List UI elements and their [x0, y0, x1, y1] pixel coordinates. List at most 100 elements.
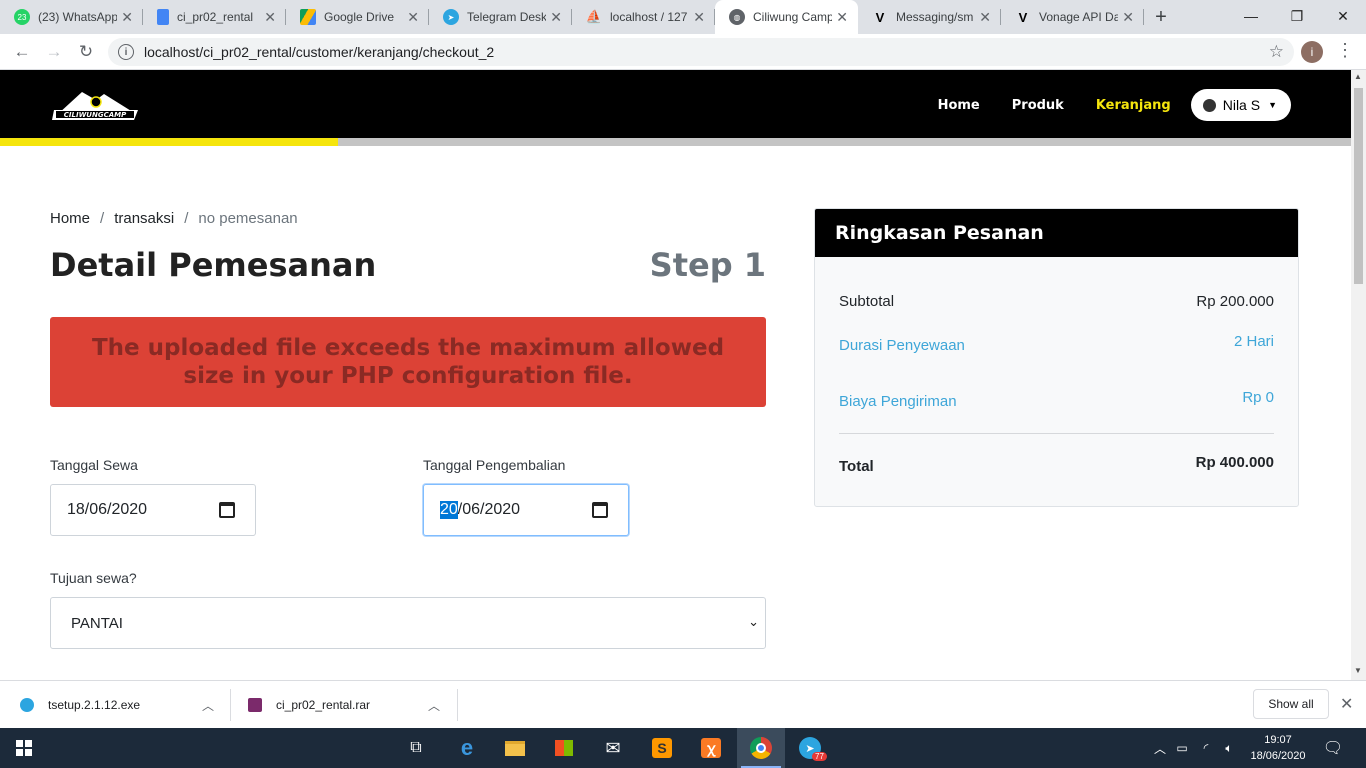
window-close-button[interactable]: ✕ — [1320, 0, 1366, 32]
maximize-button[interactable]: ❐ — [1274, 0, 1320, 32]
download-shelf: tsetup.2.1.12.exe ︿ ci_pr02_rental.rar ︿… — [0, 680, 1366, 728]
chevron-up-icon[interactable]: ︿ — [202, 697, 214, 714]
clock-time: 19:07 — [1264, 734, 1292, 746]
close-icon[interactable]: ✕ — [550, 9, 562, 26]
close-icon[interactable]: ✕ — [1122, 9, 1134, 26]
page-scrollbar[interactable]: ▲ ▼ — [1351, 70, 1366, 680]
tab-ciliwung-camp[interactable]: ◍ Ciliwung Camp ✕ — [715, 0, 858, 34]
tab-messaging[interactable]: V Messaging/sm ✕ — [858, 0, 1001, 34]
profile-avatar[interactable]: i — [1301, 41, 1323, 63]
telegram-icon — [20, 698, 34, 712]
close-icon[interactable]: ✕ — [693, 9, 705, 26]
calendar-icon[interactable] — [592, 502, 608, 518]
chevron-up-icon[interactable]: ︿ — [1150, 740, 1170, 757]
close-icon[interactable]: ✕ — [1340, 694, 1353, 714]
minimize-button[interactable]: — — [1228, 0, 1274, 32]
user-menu-button[interactable]: Nila S ▼ — [1190, 89, 1291, 121]
summary-divider — [839, 433, 1274, 434]
chevron-up-icon[interactable]: ︿ — [428, 697, 440, 714]
tab-docs[interactable]: ci_pr02_rental ✕ — [143, 0, 286, 34]
nav-produk[interactable]: Produk — [1012, 98, 1064, 113]
download-item-rar[interactable]: ci_pr02_rental.rar ︿ — [248, 681, 448, 729]
show-all-button[interactable]: Show all — [1253, 689, 1329, 719]
windows-start-icon[interactable] — [0, 728, 48, 768]
user-name: Nila S — [1222, 97, 1261, 113]
xampp-icon[interactable]: ꭓ — [687, 728, 735, 768]
address-bar[interactable]: i localhost/ci_pr02_rental/customer/kera… — [108, 38, 1294, 66]
subtotal-value: Rp 200.000 — [1196, 293, 1274, 310]
notification-icon[interactable]: 🗨︎ — [1322, 728, 1344, 768]
browser-tab-strip: 23 (23) WhatsApp ✕ ci_pr02_rental ✕ Goog… — [0, 0, 1366, 34]
breadcrumb-transaksi[interactable]: transaksi — [114, 210, 174, 227]
winrar-icon — [248, 698, 262, 712]
back-button[interactable]: ← — [6, 36, 38, 68]
breadcrumb-separator: / — [184, 210, 189, 227]
close-icon[interactable]: ✕ — [836, 9, 848, 26]
shipping-value: Rp 0 — [1242, 389, 1274, 406]
telegram-badge: 77 — [812, 752, 827, 761]
start-date-input[interactable]: 18/06/2020 — [50, 484, 256, 536]
scrollbar-thumb[interactable] — [1354, 88, 1363, 284]
file-explorer-icon[interactable] — [491, 728, 539, 768]
battery-icon[interactable]: ▭ — [1170, 741, 1194, 755]
store-icon[interactable] — [540, 728, 588, 768]
scroll-down-icon[interactable]: ▼ — [1354, 666, 1362, 675]
purpose-select[interactable]: PANTAI ⌄ — [50, 597, 766, 649]
close-icon[interactable]: ✕ — [407, 9, 419, 26]
checkout-progress-bar — [0, 138, 1351, 146]
info-icon[interactable]: i — [118, 44, 134, 60]
tab-title: Google Drive — [324, 10, 395, 24]
sublime-text-icon[interactable]: S — [638, 728, 686, 768]
end-date-input[interactable]: 20/06/2020 — [423, 484, 629, 536]
nav-home[interactable]: Home — [938, 98, 980, 113]
tab-title: Vonage API Da — [1039, 10, 1119, 24]
download-item-tsetup[interactable]: tsetup.2.1.12.exe ︿ — [20, 681, 220, 729]
subtotal-label: Subtotal — [839, 293, 895, 310]
windows-taskbar: ⧉ e ✉ S ꭓ ➤ 77 ︿ ▭ ◜ 🔈︎ 19:07 18/06/2020… — [0, 728, 1366, 768]
end-date-day-selected: 20 — [440, 501, 458, 519]
tab-telegram[interactable]: ➤ Telegram Desk ✕ — [429, 0, 572, 34]
divider — [457, 689, 458, 721]
close-icon[interactable]: ✕ — [121, 9, 133, 26]
purpose-label: Tujuan sewa? — [50, 570, 137, 586]
close-icon[interactable]: ✕ — [264, 9, 276, 26]
total-value: Rp 400.000 — [1195, 454, 1274, 471]
chrome-icon[interactable] — [737, 728, 785, 768]
bookmark-star-icon[interactable]: ☆ — [1269, 42, 1284, 62]
breadcrumb-current: no pemesanan — [198, 210, 298, 227]
tab-whatsapp[interactable]: 23 (23) WhatsApp ✕ — [0, 0, 143, 34]
forward-button[interactable]: → — [38, 36, 70, 68]
mail-icon[interactable]: ✉ — [589, 728, 637, 768]
edge-icon[interactable]: e — [443, 728, 491, 768]
globe-icon: ◍ — [729, 9, 745, 25]
tab-title: Telegram Desk — [467, 10, 547, 24]
tab-title: localhost / 127 — [610, 10, 688, 24]
close-icon[interactable]: ✕ — [979, 9, 991, 26]
calendar-icon[interactable] — [219, 502, 235, 518]
tab-title: (23) WhatsApp — [38, 10, 118, 24]
breadcrumb: Home / transaksi / no pemesanan — [50, 210, 298, 227]
site-logo[interactable]: CILIWUNGCAMP — [52, 84, 140, 126]
summary-total-row: Total Rp 400.000 — [839, 454, 1274, 475]
telegram-taskbar-icon[interactable]: ➤ 77 — [786, 728, 834, 768]
clock-date: 18/06/2020 — [1250, 750, 1306, 762]
reload-button[interactable]: ↻ — [70, 36, 102, 68]
wifi-icon[interactable]: ◜ — [1194, 741, 1218, 755]
summary-title: Ringkasan Pesanan — [815, 209, 1298, 257]
volume-icon[interactable]: 🔈︎ — [1218, 741, 1240, 756]
breadcrumb-home[interactable]: Home — [50, 210, 90, 227]
svg-text:CILIWUNGCAMP: CILIWUNGCAMP — [64, 111, 127, 119]
tab-google-drive[interactable]: Google Drive ✕ — [286, 0, 429, 34]
scroll-up-icon[interactable]: ▲ — [1354, 72, 1362, 81]
new-tab-button[interactable]: + — [1144, 0, 1178, 34]
tab-vonage-api[interactable]: V Vonage API Da ✕ — [1001, 0, 1144, 34]
duration-label: Durasi Penyewaan — [839, 337, 965, 354]
vonage-icon: V — [875, 9, 885, 25]
tab-phpmyadmin[interactable]: ⛵ localhost / 127 ✕ — [572, 0, 715, 34]
browser-menu-icon[interactable]: ⋮ — [1336, 41, 1354, 59]
nav-keranjang[interactable]: Keranjang — [1096, 98, 1171, 113]
task-view-icon[interactable]: ⧉ — [392, 728, 440, 768]
error-alert: The uploaded file exceeds the maximum al… — [50, 317, 766, 407]
taskbar-clock[interactable]: 19:07 18/06/2020 — [1248, 732, 1308, 764]
total-label: Total — [839, 458, 874, 475]
